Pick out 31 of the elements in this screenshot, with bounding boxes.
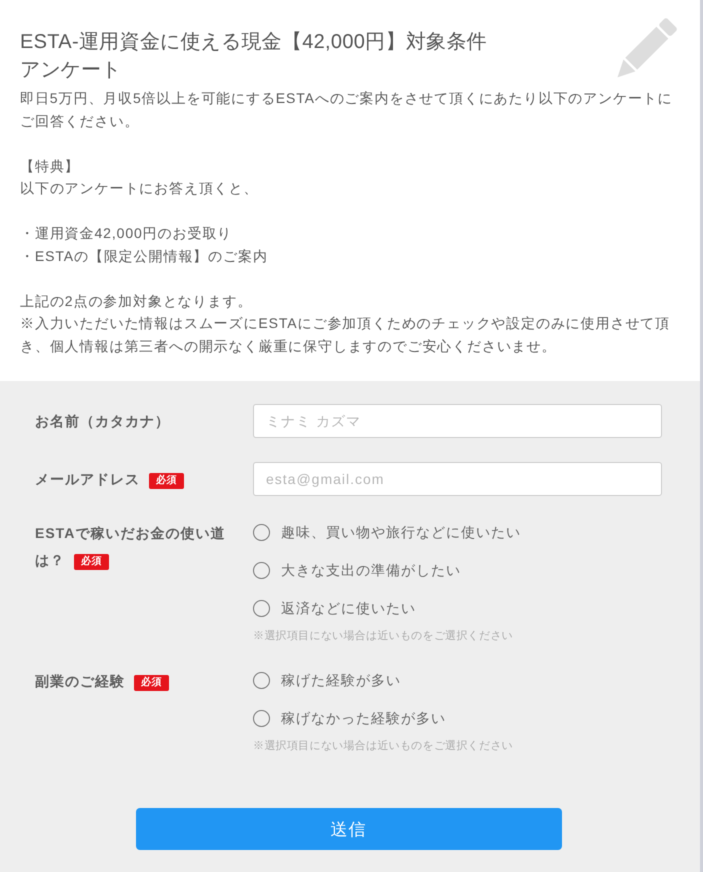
intro-text: ※入力いただいた情報はスムーズにESTAにご参加頂くためのチェックや設定のみに使用させて頂き、個人情報は第三者への開示なく厳重に保守しますのでご安心くださいませ。 [20, 314, 672, 356]
intro-text: ・運用資金42,000円のお受取り [20, 224, 234, 243]
radio-button[interactable] [253, 710, 270, 726]
radio-button[interactable] [253, 600, 270, 616]
intro-text: 以下のアンケートにお答え頂くと、 [20, 179, 260, 198]
required-badge: 必須 [134, 675, 169, 691]
required-badge: 必須 [149, 472, 184, 488]
intro-text: 即日5万円、月収5倍以上を可能にするESTAへのご案内をさせて頂くにあたり以下のアンケートにご回答ください。 [20, 89, 674, 130]
option-label[interactable]: 趣味、買い物や旅行などに使いたい [281, 520, 521, 544]
intro-text: 上記の2点の参加対象となります。 [20, 292, 254, 310]
option-label[interactable]: 稼げた経験が多い [281, 668, 401, 692]
page-title: ESTA-運用資金に使える現金【42,000円】対象条件アンケート [20, 30, 488, 83]
option-label[interactable]: 返済などに使いたい [281, 596, 416, 620]
required-badge: 必須 [74, 554, 109, 570]
hint-text: ※選択項目にない場合は近いものをご選択ください [253, 739, 514, 754]
field-label: は？ [35, 551, 65, 570]
field-label: お名前（カタカナ） [35, 412, 170, 431]
radio-button[interactable] [253, 562, 270, 578]
radio-button[interactable] [253, 672, 270, 688]
field-label: ESTAで稼いだお金の使い道 [35, 524, 226, 543]
intro-text: 【特典】 [20, 156, 81, 176]
intro-text: ・ESTAの【限定公開情報】のご案内 [20, 246, 269, 266]
submit-button[interactable]: 送信 [136, 808, 562, 850]
radio-button[interactable] [253, 524, 270, 540]
field-label: メールアドレス [35, 470, 140, 488]
field-label: 副業のご経験 [35, 672, 125, 691]
input-field[interactable]: ミナミ カズマ [253, 404, 662, 438]
option-label[interactable]: 大きな支出の準備がしたい [281, 558, 461, 582]
option-label[interactable]: 稼げなかった経験が多い [281, 706, 446, 730]
hint-text: ※選択項目にない場合は近いものをご選択ください [253, 629, 514, 644]
input-field[interactable]: esta@gmail.com [253, 462, 662, 496]
